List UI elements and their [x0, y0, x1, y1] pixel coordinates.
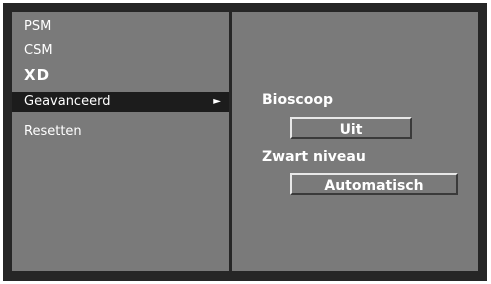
- zwart-niveau-label: Zwart niveau: [262, 149, 366, 165]
- bioscoop-value-box[interactable]: Uit: [290, 117, 412, 139]
- menu-item-csm[interactable]: CSM: [12, 41, 229, 61]
- menu-item-label: CSM: [24, 43, 53, 58]
- menu-item-label: Geavanceerd: [24, 94, 111, 109]
- menu-item-resetten[interactable]: Resetten: [12, 122, 229, 142]
- submenu-panel: Bioscoop Uit Zwart niveau Automatisch: [232, 12, 478, 271]
- bioscoop-label: Bioscoop: [262, 92, 333, 108]
- menu-item-label: PSM: [24, 19, 52, 34]
- zwart-niveau-value-box[interactable]: Automatisch: [290, 173, 458, 195]
- menu-item-geavanceerd[interactable]: Geavanceerd ►: [12, 92, 229, 112]
- menu-item-psm[interactable]: PSM: [12, 17, 229, 37]
- menu-item-label: Resetten: [24, 124, 82, 139]
- right-triangle-icon: ►: [213, 96, 221, 107]
- menu-item-xd[interactable]: XD: [12, 65, 229, 85]
- xd-logo: XD: [24, 66, 51, 84]
- main-menu-panel: PSM CSM XD Geavanceerd ► Resetten: [12, 12, 229, 271]
